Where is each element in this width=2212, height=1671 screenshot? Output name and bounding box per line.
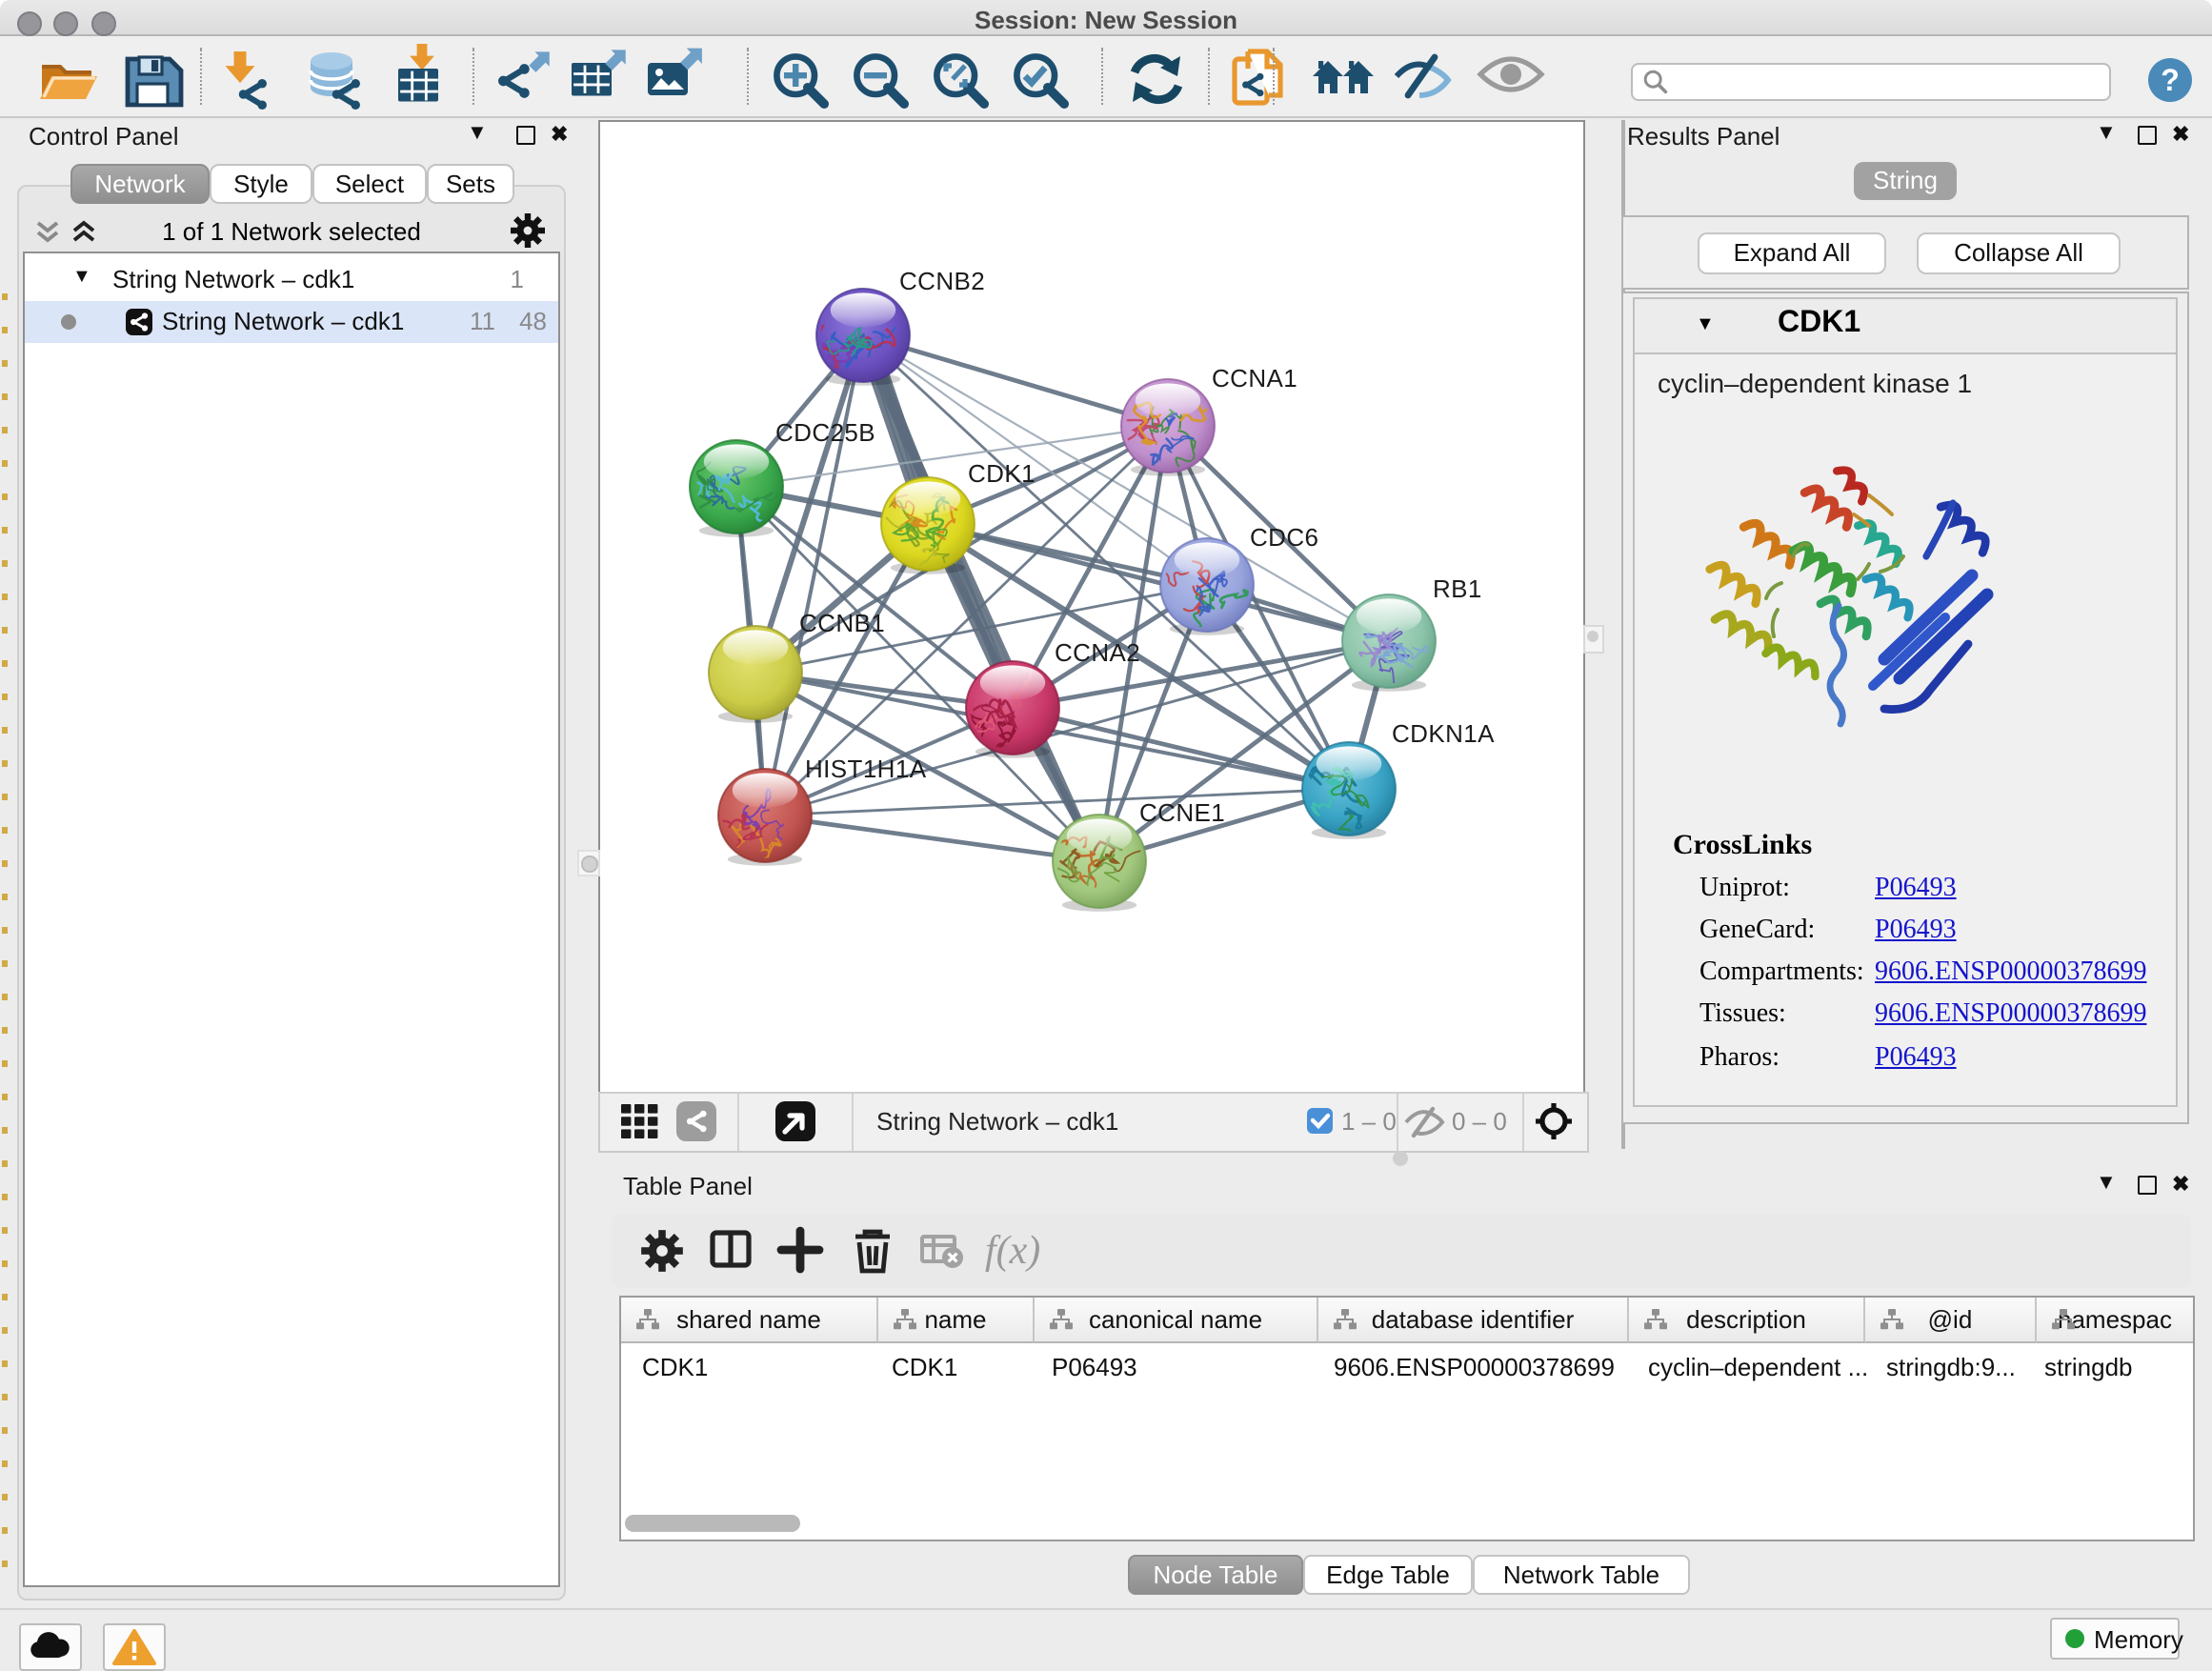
svg-text:RB1: RB1 — [1433, 574, 1482, 603]
svg-text:CDK1: CDK1 — [968, 459, 1036, 488]
svg-text:CCNB2: CCNB2 — [899, 267, 985, 295]
svg-text:CCNA2: CCNA2 — [1055, 638, 1140, 667]
svg-text:CDC25B: CDC25B — [775, 418, 875, 447]
svg-text:CCNE1: CCNE1 — [1139, 798, 1225, 827]
svg-text:HIST1H1A: HIST1H1A — [805, 755, 927, 783]
svg-text:CCNA1: CCNA1 — [1212, 364, 1297, 393]
svg-text:f(x): f(x) — [985, 1229, 1040, 1273]
svg-text:CDC6: CDC6 — [1250, 523, 1318, 552]
svg-text:CDKN1A: CDKN1A — [1392, 719, 1495, 748]
svg-text:CCNB1: CCNB1 — [799, 609, 885, 637]
svg-text:?: ? — [2161, 63, 2180, 97]
